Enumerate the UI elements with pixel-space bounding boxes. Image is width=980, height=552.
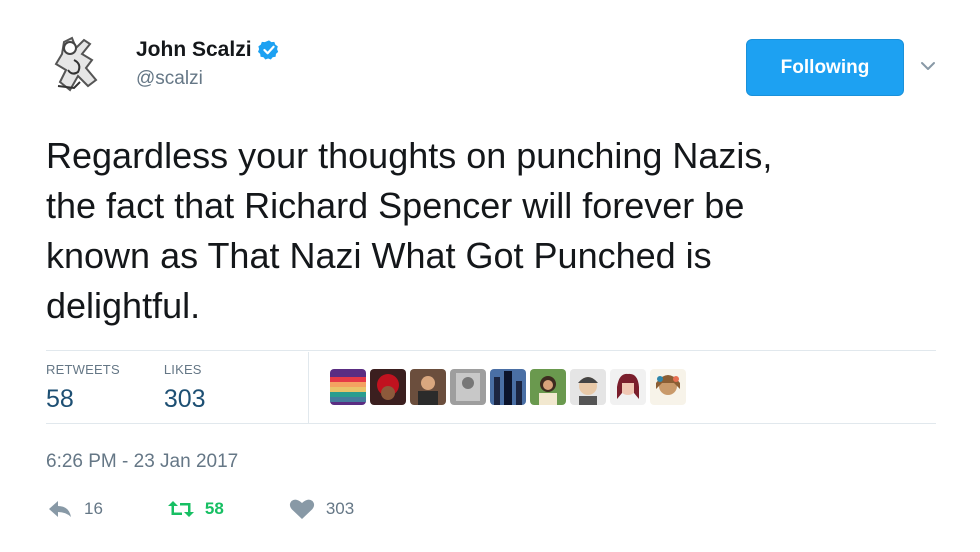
display-name[interactable]: John Scalzi (136, 38, 252, 62)
retweet-count: 58 (204, 499, 224, 518)
liker-avatar[interactable] (610, 369, 646, 405)
reply-button[interactable]: 16 (46, 498, 103, 520)
like-button[interactable]: 303 (288, 498, 354, 520)
liker-avatar[interactable] (530, 369, 566, 405)
avatar[interactable] (44, 30, 112, 98)
reply-icon (49, 501, 71, 517)
user-name-block: John Scalzi @scalzi (136, 38, 280, 90)
liker-avatar[interactable] (450, 369, 486, 405)
likes-label: LIKES (163, 362, 202, 377)
retweets-value: 58 (46, 385, 74, 413)
likes-stat[interactable]: LIKES 303 (164, 362, 206, 414)
tweet-stats: RETWEETS 58 LIKES 303 (46, 362, 246, 414)
tweet-text: Regardless your thoughts on punching Naz… (46, 135, 773, 326)
tweet-actions: 16 58 303 (46, 498, 414, 520)
liker-avatar[interactable] (370, 369, 406, 405)
liker-avatar[interactable] (490, 369, 526, 405)
verified-badge-icon (257, 40, 278, 60)
likes-value: 303 (163, 385, 206, 413)
liker-avatar[interactable] (650, 369, 686, 405)
following-button[interactable]: Following (746, 39, 904, 96)
retweet-icon (167, 501, 194, 517)
divider (46, 350, 936, 351)
liker-avatar[interactable] (410, 369, 446, 405)
user-handle[interactable]: @scalzi (136, 68, 280, 90)
tweet-timestamp[interactable]: 6:26 PM - 23 Jan 2017 (46, 451, 238, 473)
reply-count: 16 (84, 499, 103, 518)
retweets-stat[interactable]: RETWEETS 58 (46, 362, 120, 414)
liker-avatar[interactable] (570, 369, 606, 405)
retweets-label: RETWEETS (46, 362, 120, 377)
stats-divider (308, 352, 309, 423)
retweet-button[interactable]: 58 (167, 498, 224, 520)
divider (46, 423, 936, 424)
chevron-down-icon[interactable] (918, 56, 938, 76)
liker-avatar[interactable] (330, 369, 366, 405)
like-count: 303 (325, 499, 355, 518)
liker-avatars (330, 369, 690, 405)
heart-icon (289, 499, 314, 519)
